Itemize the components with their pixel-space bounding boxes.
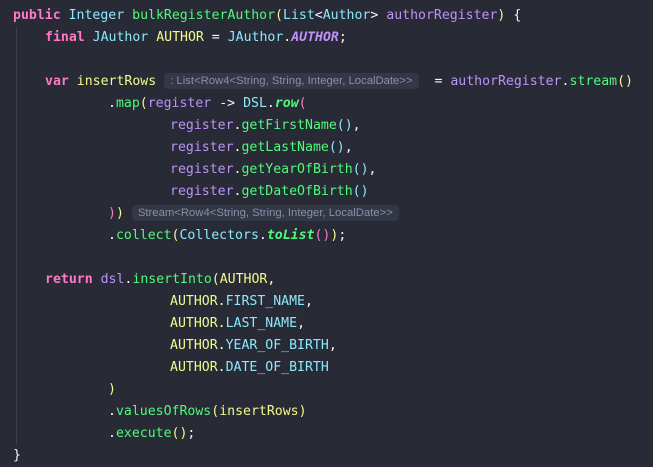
code-line-21[interactable]: } <box>13 445 21 467</box>
code-line-6[interactable]: register.getFirstName(), <box>170 115 361 137</box>
type-author: Author <box>322 8 371 23</box>
code-line-7[interactable]: register.getLastName(), <box>170 137 353 159</box>
method-row: row <box>274 96 299 111</box>
register-ref-2: register <box>170 140 234 155</box>
code-line-16[interactable]: AUTHOR.YEAR_OF_BIRTH, <box>170 335 337 357</box>
method-get-first-name: getFirstName <box>241 118 337 133</box>
keyword-return: return <box>45 272 93 287</box>
author-arg: AUTHOR <box>219 272 268 287</box>
field-year-of-birth: YEAR_OF_BIRTH <box>225 338 329 353</box>
code-line-8[interactable]: register.getYearOfBirth(), <box>170 159 376 181</box>
method-name: bulkRegisterAuthor <box>132 8 276 23</box>
method-to-list: toList <box>266 228 315 243</box>
code-editor[interactable]: public Integer bulkRegisterAuthor(List<A… <box>0 0 653 467</box>
type-hint-insert-rows: : List<Row4<String, String, Integer, Loc… <box>164 73 419 89</box>
closing-brace: } <box>13 448 21 463</box>
field-last-name: LAST_NAME <box>225 316 298 331</box>
type-dsl: DSL <box>243 96 267 111</box>
type-jauthor-ref: JAuthor <box>227 30 284 45</box>
local-author: AUTHOR <box>156 30 204 45</box>
method-execute: execute <box>115 426 172 441</box>
insert-rows-arg: insertRows <box>219 404 299 419</box>
method-values-of-rows: valuesOfRows <box>115 404 212 419</box>
code-line-4[interactable]: var insertRows : List<Row4<String, Strin… <box>45 71 633 93</box>
field-first-name: FIRST_NAME <box>225 294 305 309</box>
method-stream: stream <box>569 74 618 89</box>
code-line-9[interactable]: register.getDateOfBirth() <box>170 181 369 203</box>
keyword-var: var <box>45 74 69 89</box>
method-get-date-of-birth: getDateOfBirth <box>241 184 353 199</box>
field-date-of-birth: DATE_OF_BIRTH <box>225 360 329 375</box>
code-line-18[interactable]: ) <box>108 379 116 401</box>
method-collect: collect <box>115 228 172 243</box>
register-ref-3: register <box>170 162 234 177</box>
code-line-1[interactable]: public Integer bulkRegisterAuthor(List<A… <box>13 5 521 27</box>
keyword-final: final <box>45 30 85 45</box>
code-line-19[interactable]: .valuesOfRows(insertRows) <box>108 401 307 423</box>
code-line-2[interactable]: final JAuthor AUTHOR = JAuthor.AUTHOR; <box>45 27 347 49</box>
type-jauthor: JAuthor <box>92 30 149 45</box>
register-ref-4: register <box>170 184 234 199</box>
type-integer: Integer <box>68 8 125 23</box>
method-insert-into: insertInto <box>132 272 212 287</box>
code-line-5[interactable]: .map(register -> DSL.row( <box>108 93 307 115</box>
type-list: List <box>283 8 315 23</box>
lambda-param-register: register <box>147 96 212 111</box>
static-field-author: AUTHOR <box>291 30 339 45</box>
lambda-arrow: -> <box>219 96 236 111</box>
field-dsl: dsl <box>100 272 125 287</box>
code-line-20[interactable]: .execute(); <box>108 423 195 445</box>
register-ref-1: register <box>170 118 234 133</box>
author-ref-4: AUTHOR <box>170 360 218 375</box>
indent-guide <box>16 27 17 445</box>
method-get-year-of-birth: getYearOfBirth <box>241 162 353 177</box>
param-author-register: authorRegister <box>386 8 498 23</box>
method-map: map <box>115 96 140 111</box>
code-line-10[interactable]: )) Stream<Row4<String, String, Integer, … <box>108 203 399 225</box>
method-get-last-name: getLastName <box>241 140 329 155</box>
author-ref-3: AUTHOR <box>170 338 218 353</box>
type-collectors: Collectors <box>179 228 259 243</box>
keyword-public: public <box>13 8 61 23</box>
param-author-register-ref: authorRegister <box>450 74 562 89</box>
author-ref-2: AUTHOR <box>170 316 218 331</box>
code-line-13[interactable]: return dsl.insertInto(AUTHOR, <box>45 269 275 291</box>
author-ref-1: AUTHOR <box>170 294 218 309</box>
code-line-11[interactable]: .collect(Collectors.toList()); <box>108 225 346 247</box>
code-line-15[interactable]: AUTHOR.LAST_NAME, <box>170 313 305 335</box>
code-line-14[interactable]: AUTHOR.FIRST_NAME, <box>170 291 313 313</box>
local-insert-rows: insertRows <box>76 74 157 89</box>
code-line-17[interactable]: AUTHOR.DATE_OF_BIRTH <box>170 357 329 379</box>
type-hint-map-result: Stream<Row4<String, String, Integer, Loc… <box>131 205 399 221</box>
